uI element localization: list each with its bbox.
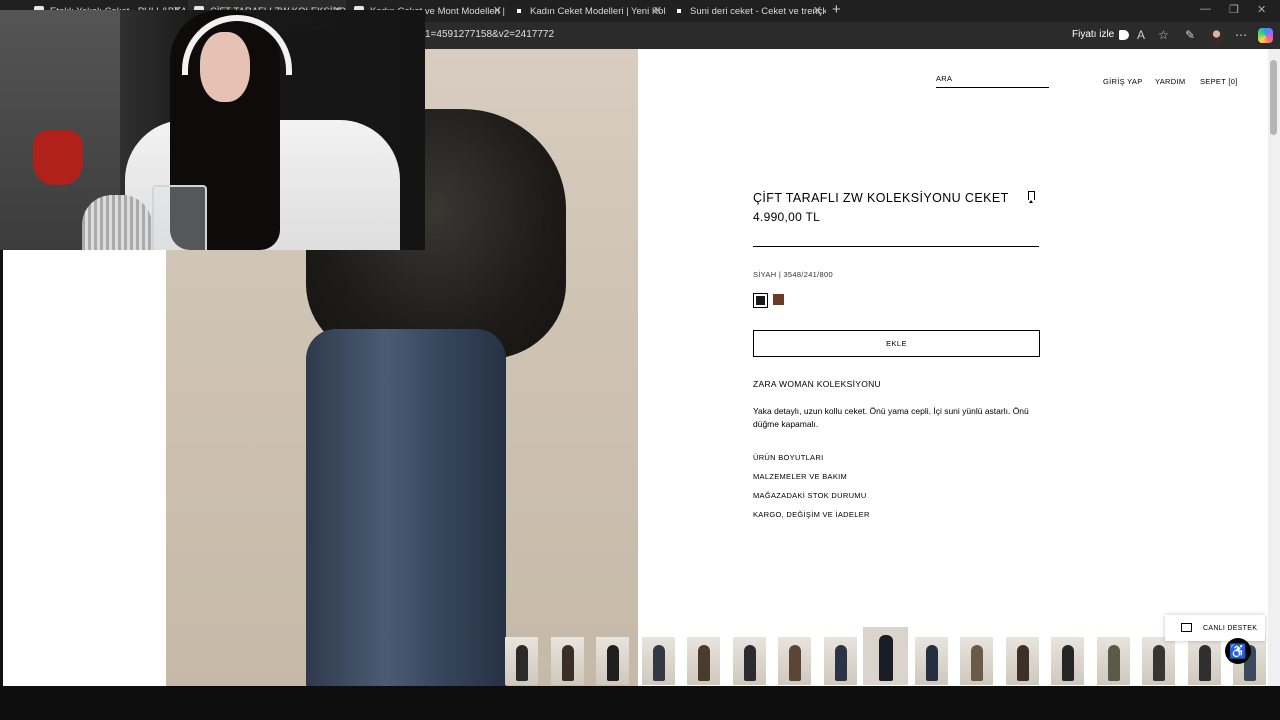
thumbnail-model-figure [1198, 645, 1211, 681]
live-chat-label: CANLI DESTEK [1203, 624, 1258, 632]
product-thumbnail[interactable] [1187, 637, 1221, 685]
price-tag-icon [1119, 29, 1130, 40]
thumbnail-model-figure [1062, 645, 1074, 681]
thumbnail-model-figure [1153, 645, 1165, 681]
product-title: ÇİFT TARAFLI ZW KOLEKSİYONU CEKET [753, 191, 1009, 205]
thumbnail-model-figure [561, 645, 574, 681]
tab-title: Suni deri ceket - Ceket ve trençk [690, 5, 826, 17]
maximize-icon[interactable]: ❐ [1229, 3, 1239, 16]
thumbnail-model-figure [1016, 645, 1029, 681]
product-thumbnail[interactable] [1096, 637, 1130, 685]
new-tab-icon[interactable]: + [832, 1, 841, 18]
product-thumbnail[interactable] [732, 637, 766, 685]
read-aloud-icon[interactable]: A [1137, 28, 1145, 42]
scrollbar-track[interactable] [1268, 49, 1280, 686]
webcam-overlay [0, 10, 425, 250]
scrollbar-thumb[interactable] [1270, 60, 1277, 135]
thumbnail-model-figure [743, 645, 756, 681]
extension-icon[interactable]: ✎ [1185, 28, 1195, 42]
site-favicon-icon [514, 6, 524, 16]
product-thumbnail[interactable] [641, 637, 675, 685]
product-description: Yaka detaylı, uzun kollu ceket. Önü yama… [753, 406, 1029, 429]
accessibility-icon[interactable]: ♿ [1225, 638, 1251, 664]
login-link[interactable]: GİRİŞ YAP [1103, 77, 1143, 86]
store-stock-link[interactable]: MAĞAZADAKİ STOK DURUMU [753, 491, 867, 500]
thumbnail-model-figure [698, 645, 710, 681]
webcam-microphone [82, 195, 152, 250]
window-close-icon[interactable]: ✕ [1257, 3, 1266, 16]
color-swatch-black[interactable] [753, 293, 768, 308]
shipping-returns-link[interactable]: KARGO, DEĞİŞİM VE İADELER [753, 510, 870, 519]
jeans-figure [306, 329, 506, 686]
product-thumbnail[interactable] [1142, 637, 1175, 685]
live-chat-button[interactable]: CANLI DESTEK [1165, 615, 1265, 641]
price-track-button[interactable]: Fiyatı izle [1072, 29, 1130, 40]
product-thumbnail[interactable] [914, 637, 948, 685]
help-link[interactable]: YARDIM [1155, 77, 1185, 86]
profile-avatar[interactable] [1209, 28, 1224, 43]
materials-care-link[interactable]: MALZEMELER VE BAKIM [753, 472, 847, 481]
bookmark-icon[interactable] [1028, 191, 1035, 203]
product-thumbnail[interactable] [687, 637, 720, 685]
thumbnail-model-figure [516, 645, 528, 681]
product-thumbnail[interactable] [550, 637, 584, 685]
browser-tab[interactable]: Kadın Ceket Modelleri | Yeni Kolek ✕ [508, 0, 666, 22]
thumbnail-model-figure [607, 645, 619, 681]
url-field[interactable]: 1=4591277158&v2=2417772 [425, 29, 554, 40]
thumbnail-model-figure [925, 645, 938, 681]
tab-title: Kadın Ceket Modelleri | Yeni Kolek [530, 5, 666, 17]
add-to-cart-button[interactable]: EKLE [753, 330, 1040, 357]
product-info-panel [638, 49, 1268, 686]
thumbnail-model-figure [834, 645, 847, 681]
color-swatch-brown[interactable] [773, 294, 784, 305]
search-input[interactable]: ARA [936, 74, 1049, 88]
thumbnail-model-figure [789, 645, 801, 681]
browser-tab[interactable]: Suni deri ceket - Ceket ve trençk ✕ [668, 0, 826, 22]
webcam-glass [152, 185, 207, 250]
close-tab-icon[interactable]: ✕ [813, 4, 822, 17]
thumbnail-model-figure [1107, 645, 1120, 681]
favorite-star-icon[interactable]: ☆ [1158, 28, 1169, 42]
collection-name: ZARA WOMAN KOLEKSİYONU [753, 379, 881, 389]
close-tab-icon[interactable]: ✕ [653, 4, 662, 17]
divider [753, 246, 1039, 247]
minimize-icon[interactable]: — [1200, 3, 1211, 15]
product-thumbnail[interactable] [1051, 637, 1084, 685]
more-menu-icon[interactable]: ⋯ [1235, 28, 1247, 42]
color-code: SİYAH | 3548/241/800 [753, 270, 833, 279]
webcam-plush-toy [33, 130, 83, 185]
thumbnail-model-figure [652, 645, 665, 681]
product-thumbnail[interactable] [778, 637, 811, 685]
cart-link[interactable]: SEPET [0] [1200, 77, 1238, 86]
product-thumbnail[interactable] [596, 637, 629, 685]
chat-bubble-icon [1181, 623, 1192, 632]
close-tab-icon[interactable]: ✕ [493, 4, 502, 17]
thumbnail-model-figure [879, 635, 893, 681]
product-sizes-link[interactable]: ÜRÜN BOYUTLARI [753, 453, 823, 462]
product-thumbnail[interactable] [823, 637, 857, 685]
product-thumbnail[interactable] [1005, 637, 1039, 685]
site-favicon-icon [674, 6, 684, 16]
price-track-label: Fiyatı izle [1072, 29, 1115, 40]
copilot-icon[interactable] [1258, 28, 1273, 43]
product-thumbnail[interactable] [505, 637, 538, 685]
product-thumbnail[interactable] [960, 637, 993, 685]
taskbar-area [0, 686, 1280, 720]
thumbnail-model-figure [971, 645, 983, 681]
product-thumbnail[interactable] [863, 627, 908, 685]
product-price: 4.990,00 TL [753, 210, 821, 224]
